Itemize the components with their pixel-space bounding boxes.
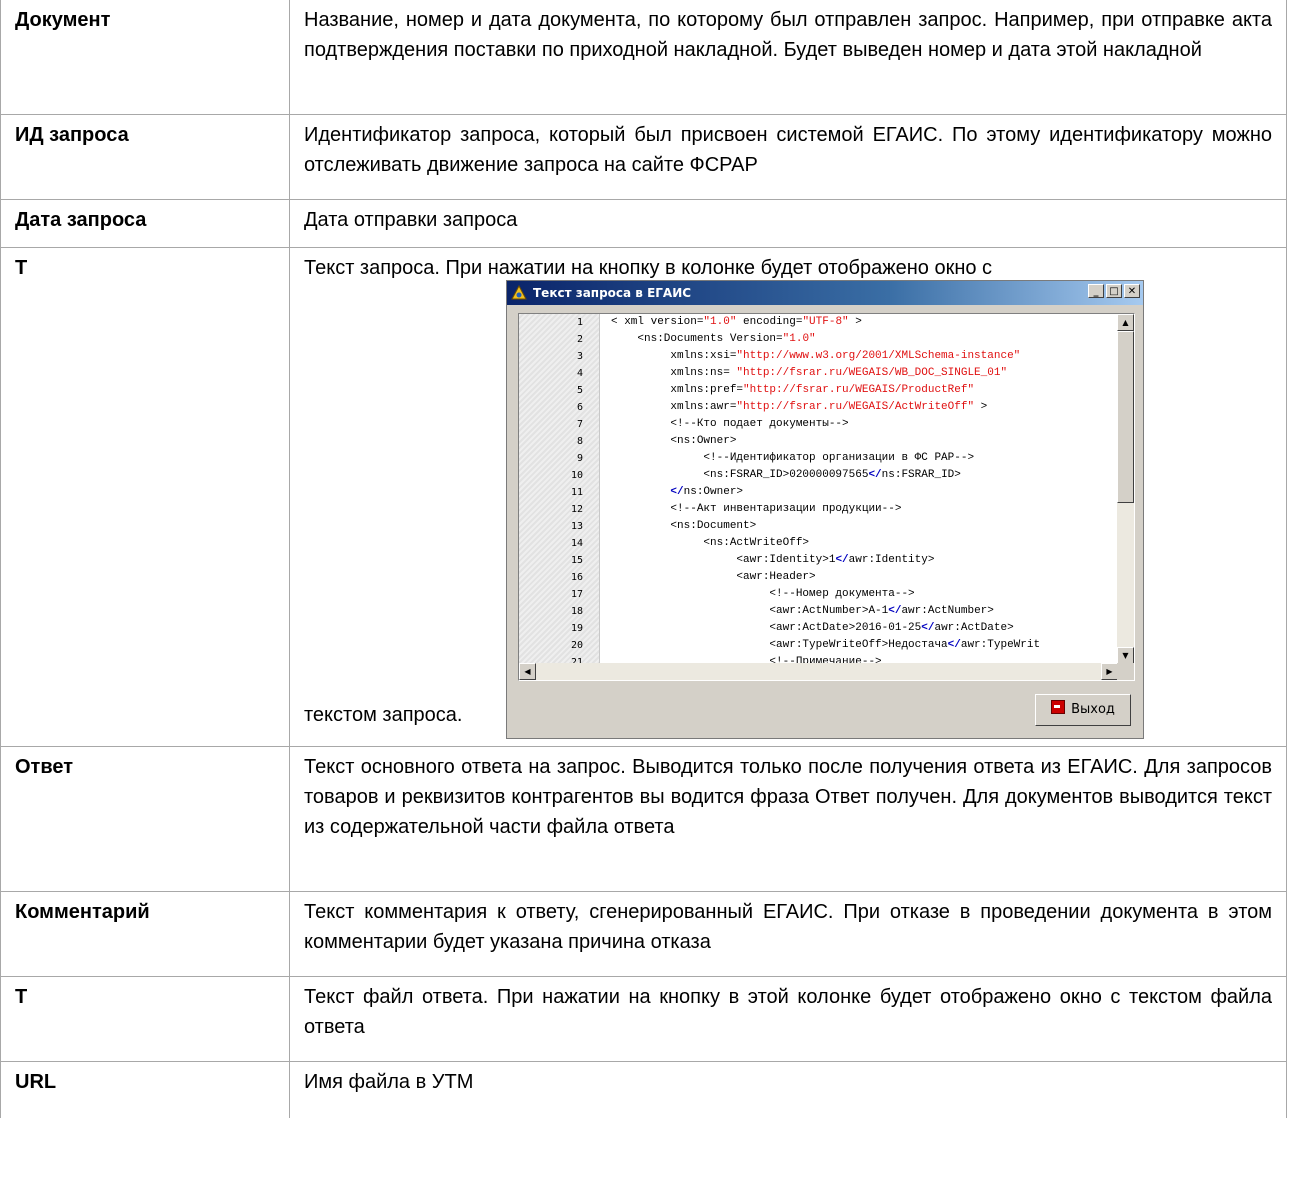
row-value: Текст запроса. При нажатии на кнопку в к… <box>289 247 1287 747</box>
table-row: Документ Название, номер и дата документ… <box>0 0 1287 115</box>
line-number: 3 <box>576 351 583 362</box>
line-number: 15 <box>570 555 583 566</box>
code-line: xmlns:xsi="http://www.w3.org/2001/XMLSch… <box>611 350 1021 362</box>
row-key: Комментарий <box>0 891 290 977</box>
code-line: <ns:Documents Version="1.0" <box>611 333 816 345</box>
table-row: Т Текст запроса. При нажатии на кнопку в… <box>0 247 1287 747</box>
code-line: <ns:FSRAR_ID>020000097565</ns:FSRAR_ID> <box>611 469 961 481</box>
minimize-icon[interactable]: _ <box>1088 284 1104 298</box>
row-value: Название, номер и дата документа, по кот… <box>289 0 1287 115</box>
code-line: <ns:ActWriteOff> <box>611 537 810 549</box>
code-line: xmlns:awr="http://fsrar.ru/WEGAIS/ActWri… <box>611 401 988 413</box>
close-icon[interactable]: ✕ <box>1124 284 1140 298</box>
table-row: URL Имя файла в УТМ <box>0 1061 1287 1118</box>
row-value: Дата отправки запроса <box>289 199 1287 248</box>
code-line: <!--Кто подает документы--> <box>611 418 849 430</box>
code-line: <!--Акт инвентаризации продукции--> <box>611 503 902 515</box>
code-line: <awr:Header> <box>611 571 816 583</box>
row-value-lead: Текст запроса. При нажатии на кнопку в к… <box>304 257 993 279</box>
row-key: Документ <box>0 0 290 115</box>
row-value: Имя файла в УТМ <box>289 1061 1287 1118</box>
exit-icon <box>1051 700 1066 714</box>
row-value-tail: текстом запроса. <box>304 704 463 726</box>
line-number-gutter: 12345678910111213141516171819202122 <box>519 314 600 680</box>
line-number: 19 <box>570 623 583 634</box>
code-line: <awr:TypeWriteOff>Недостача</awr:TypeWri… <box>611 639 1041 651</box>
line-number: 9 <box>576 453 583 464</box>
table-row: Ответ Текст основного ответа на запрос. … <box>0 746 1287 892</box>
table-row: Дата запроса Дата отправки запроса <box>0 199 1287 248</box>
dialog-title: Текст запроса в ЕГАИС <box>533 286 692 300</box>
scroll-thumb[interactable] <box>1117 331 1134 503</box>
scroll-right-icon[interactable]: ▶ <box>1101 663 1118 680</box>
row-value: Текст файл ответа. При нажатии на кнопку… <box>289 976 1287 1062</box>
table-row: ИД запроса Идентификатор запроса, которы… <box>0 114 1287 200</box>
line-number: 2 <box>576 334 583 345</box>
row-key: ИД запроса <box>0 114 290 200</box>
row-value: Идентификатор запроса, который был присв… <box>289 114 1287 200</box>
request-text-dialog: Текст запроса в ЕГАИС _ □ ✕ 1 2 3 4 5 6 7 8 9 10 1… <box>506 280 1144 739</box>
line-number: 10 <box>570 470 583 481</box>
scroll-down-icon[interactable]: ▼ <box>1117 647 1134 664</box>
code-line: <!--Номер документа--> <box>611 588 915 600</box>
code-line: </ns:Owner> <box>670 486 744 498</box>
maximize-icon[interactable]: □ <box>1106 284 1122 298</box>
code-line: <ns:Document> <box>611 520 757 532</box>
code-line: <awr:Identity>1</awr:Identity> <box>611 554 935 566</box>
line-number: 6 <box>576 402 583 413</box>
table-row: Комментарий Текст комментария к ответу, … <box>0 891 1287 977</box>
dialog-titlebar[interactable]: Текст запроса в ЕГАИС _ □ ✕ <box>507 281 1143 305</box>
scroll-left-icon[interactable]: ◀ <box>519 663 536 680</box>
line-number: 1 <box>576 317 583 328</box>
code-line: <awr:ActNumber>А-1</awr:ActNumber> <box>611 605 994 617</box>
line-number: 4 <box>576 368 583 379</box>
code-line: < xml version="1.0" encoding="UTF-8" > <box>611 316 862 328</box>
scroll-corner <box>1117 663 1134 680</box>
code-text[interactable]: < xml version="1.0" encoding="UTF-8" > <… <box>611 314 1111 664</box>
line-number: 12 <box>570 504 583 515</box>
line-number: 8 <box>576 436 583 447</box>
exit-button[interactable]: Выход <box>1035 694 1131 726</box>
row-key: Ответ <box>0 746 290 892</box>
row-key: URL <box>0 1061 290 1118</box>
row-key: Т <box>0 976 290 1062</box>
line-number: 5 <box>576 385 583 396</box>
line-number: 17 <box>570 589 583 600</box>
row-value: Текст комментария к ответу, сгенерирован… <box>289 891 1287 977</box>
line-number: 18 <box>570 606 583 617</box>
app-icon <box>511 285 527 300</box>
definitions-table: Документ Название, номер и дата документ… <box>0 0 1287 1118</box>
code-line: <!--Идентификатор организации в ФС РАР--… <box>611 452 975 464</box>
code-line: xmlns:ns= "http://fsrar.ru/WEGAIS/WB_DOC… <box>611 367 1008 379</box>
code-line: <awr:ActDate>2016-01-25</awr:ActDate> <box>611 622 1014 634</box>
exit-button-label: Выход <box>1071 702 1115 717</box>
code-line: <ns:Owner> <box>611 435 737 447</box>
scroll-up-icon[interactable]: ▲ <box>1117 314 1134 331</box>
row-key: Дата запроса <box>0 199 290 248</box>
table-row: Т Текст файл ответа. При нажатии на кноп… <box>0 976 1287 1062</box>
row-value: Текст основного ответа на запрос. Выводи… <box>289 746 1287 892</box>
line-number: 20 <box>570 640 583 651</box>
code-viewer[interactable]: 12345678910111213141516171819202122 < xm… <box>518 313 1135 681</box>
line-number: 11 <box>570 487 583 498</box>
line-number: 16 <box>570 572 583 583</box>
line-number: 7 <box>576 419 583 430</box>
row-key: Т <box>0 247 290 747</box>
line-number: 13 <box>570 521 583 532</box>
code-line: xmlns:pref="http://fsrar.ru/WEGAIS/Produ… <box>611 384 975 396</box>
vertical-scrollbar[interactable]: ▲ ▼ <box>1117 314 1134 664</box>
line-number: 14 <box>570 538 583 549</box>
horizontal-scrollbar[interactable]: ◀ ▶ <box>519 663 1118 680</box>
